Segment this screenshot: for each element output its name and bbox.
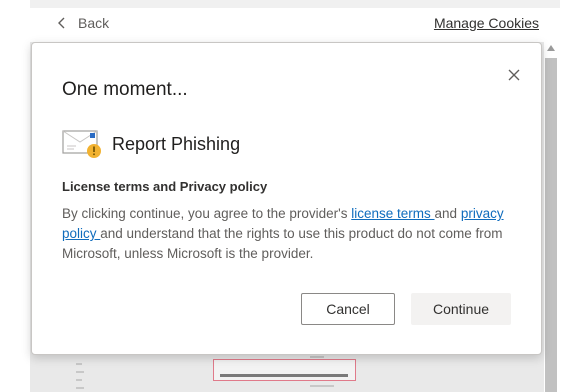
scroll-thumb[interactable] bbox=[545, 58, 557, 392]
nav-bar: Back Manage Cookies bbox=[30, 8, 545, 40]
chevron-left-icon bbox=[58, 17, 65, 29]
addin-name: Report Phishing bbox=[112, 134, 241, 154]
license-text-part-1: By clicking continue, you agree to the p… bbox=[62, 206, 352, 221]
license-text-part-3: and understand that the rights to use th… bbox=[62, 226, 503, 261]
license-terms-link[interactable]: license terms bbox=[351, 206, 434, 221]
license-heading: License terms and Privacy policy bbox=[62, 179, 268, 194]
scrollbar[interactable] bbox=[544, 42, 558, 392]
cancel-button[interactable]: Cancel bbox=[301, 293, 395, 325]
manage-cookies-link[interactable]: Manage Cookies bbox=[434, 15, 539, 31]
dialog-title: One moment... bbox=[62, 79, 188, 100]
highlighted-region bbox=[213, 359, 356, 381]
license-text: By clicking continue, you agree to the p… bbox=[62, 204, 522, 264]
continue-button[interactable]: Continue bbox=[411, 293, 511, 325]
close-icon[interactable] bbox=[506, 67, 522, 83]
top-strip bbox=[30, 0, 560, 8]
report-phishing-icon bbox=[62, 130, 101, 158]
consent-dialog: One moment... Report Phishing License te… bbox=[31, 42, 542, 355]
scroll-up-arrow-icon[interactable] bbox=[547, 45, 555, 51]
license-text-part-2: and bbox=[434, 206, 461, 221]
back-button[interactable]: Back bbox=[56, 15, 109, 31]
background-thumbnail bbox=[70, 355, 510, 392]
back-label: Back bbox=[78, 15, 110, 31]
